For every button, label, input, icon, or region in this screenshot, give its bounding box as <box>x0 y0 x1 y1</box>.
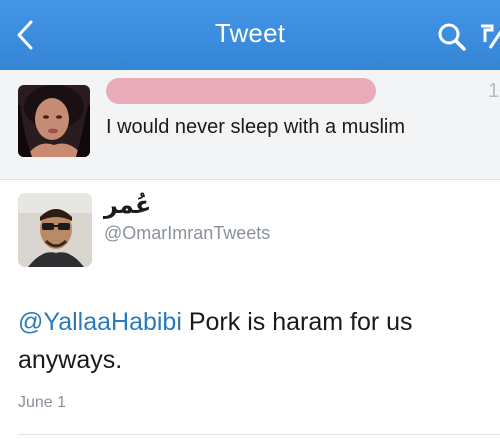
quoted-tweet[interactable]: I would never sleep with a muslim 1 <box>0 70 500 180</box>
author-avatar[interactable] <box>18 193 92 267</box>
navigation-bar: Tweet <box>0 0 500 70</box>
page-title: Tweet <box>214 18 286 48</box>
avatar-photo <box>18 193 92 267</box>
author-handle[interactable]: @OmarImranTweets <box>104 223 270 244</box>
search-button[interactable] <box>436 21 468 53</box>
quoted-avatar[interactable] <box>18 85 90 157</box>
compose-icon <box>481 24 500 49</box>
tweet-text: @YallaaHabibi Pork is haram for us anywa… <box>18 303 488 379</box>
tweet-date: June 1 <box>18 394 67 411</box>
tweet-detail-screen: Tweet I would never sleep with a muslim … <box>0 0 500 439</box>
avatar-photo <box>18 85 90 157</box>
author-name[interactable]: عُمر <box>104 191 151 219</box>
quoted-tweet-text: I would never sleep with a muslim <box>106 116 406 138</box>
quoted-tweet-edge-text: 1 <box>488 80 500 102</box>
redacted-name-bar <box>106 78 376 104</box>
compose-button[interactable] <box>478 22 500 54</box>
mention-link[interactable]: @YallaaHabibi <box>18 308 182 336</box>
divider <box>18 434 500 435</box>
tweet: عُمر @OmarImranTweets @YallaaHabibi Pork… <box>0 181 500 439</box>
search-icon <box>438 23 466 51</box>
